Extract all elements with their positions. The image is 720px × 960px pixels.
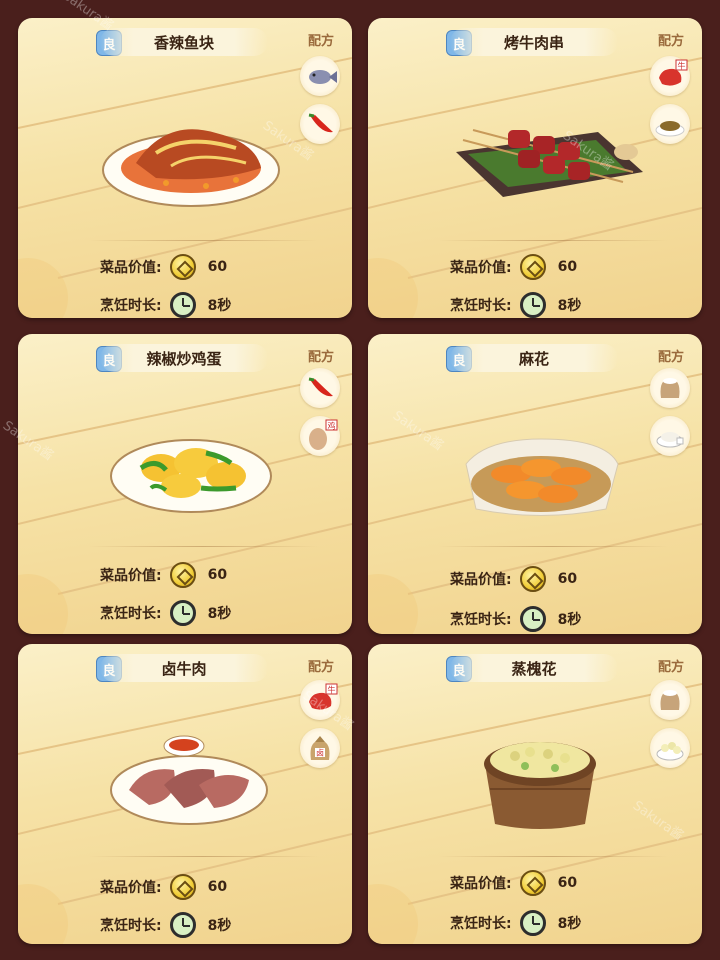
cook-time-label: 烹饪时长: [450,612,512,628]
cook-time: 8秒 [557,612,582,628]
dish-value-row: 菜品价值: 60 [450,566,577,592]
recipe-label[interactable]: 配方 [658,346,684,365]
divider [88,546,318,547]
cook-time-row: 烹饪时长: 8秒 [450,292,581,318]
cook-time-label: 烹饪时长: [100,918,162,934]
dish-card[interactable]: 良 麻花 配方 菜品价值: 60 烹饪时长: 8秒 [368,334,702,634]
dish-title: 辣椒炒鸡蛋 [100,344,268,372]
cook-time-row: 烹饪时长: 8秒 [100,912,231,938]
dish-image-chili-egg [110,439,272,513]
dish-value: 60 [557,571,578,587]
recipe-label[interactable]: 配方 [658,656,684,675]
chili-pepper-icon[interactable] [300,104,340,144]
clock-icon [169,600,196,626]
dish-value: 60 [207,259,228,275]
dish-value: 60 [207,879,228,895]
beef-icon[interactable]: 牛 [650,56,690,96]
dish-value: 60 [557,259,578,275]
dish-title: 香辣鱼块 [100,28,268,56]
beef-icon[interactable]: 牛 [300,680,340,720]
dish-image-braised-beef [110,735,268,825]
dish-title: 烤牛肉串 [450,28,618,56]
cook-time-row: 烹饪时长: 8秒 [450,910,581,936]
recipe-label[interactable]: 配方 [308,346,334,365]
dish-value-label: 菜品价值: [100,260,162,276]
cook-time: 8秒 [557,298,582,314]
divider [88,240,318,241]
clock-icon [169,912,196,938]
dish-value: 60 [557,875,578,891]
divider [88,856,318,857]
divider [438,240,668,241]
ingredient-tag: 卤 [316,748,324,758]
dish-card[interactable]: 良 辣椒炒鸡蛋 配方 鸡 菜品价值: 60 烹饪时长: 8秒 [18,334,352,634]
recipe-label[interactable]: 配方 [658,30,684,49]
dish-value-row: 菜品价值: 60 [450,254,577,280]
sugar-bowl-icon[interactable] [650,416,690,456]
cook-time: 8秒 [557,916,582,932]
cook-time-label: 烹饪时长: [100,606,162,622]
clock-icon [519,606,546,632]
dish-title: 蒸槐花 [450,654,618,682]
ingredient-tag: 鸡 [328,421,336,431]
cook-time: 8秒 [207,298,232,314]
dish-image-mahua [465,438,619,516]
dish-value-row: 菜品价值: 60 [100,874,227,900]
dish-card[interactable]: 良 烤牛肉串 配方 牛 菜品价值: 60 烹饪时长: 8秒 [368,18,702,318]
cook-time-label: 烹饪时长: [100,298,162,314]
dish-value-row: 菜品价值: 60 [450,870,577,896]
dish-image-beef-skewers [456,129,643,197]
dish-value-label: 菜品价值: [100,568,162,584]
flour-sack-icon[interactable] [650,680,690,720]
coin-icon [519,254,546,280]
clock-icon [519,910,546,936]
locust-flower-icon[interactable] [650,728,690,768]
dish-value-label: 菜品价值: [450,260,512,276]
ingredient-tag: 牛 [678,61,686,71]
dish-value-label: 菜品价值: [450,572,512,588]
cook-time-row: 烹饪时长: 8秒 [450,606,581,632]
recipe-label[interactable]: 配方 [308,30,334,49]
clock-icon [169,292,196,318]
chili-pepper-icon[interactable] [300,368,340,408]
coin-icon [169,562,196,588]
divider [438,546,668,547]
coin-icon [169,254,196,280]
dish-value: 60 [207,567,228,583]
recipe-label[interactable]: 配方 [308,656,334,675]
coin-icon [169,874,196,900]
dish-value-row: 菜品价值: 60 [100,254,227,280]
dish-image-spicy-fish [102,129,280,207]
dish-card[interactable]: 良 蒸槐花 配方 菜品价值: 60 烹饪时长: 8秒 [368,644,702,944]
clock-icon [519,292,546,318]
cook-time: 8秒 [207,918,232,934]
dish-value-label: 菜品价值: [450,876,512,892]
dish-title: 卤牛肉 [100,654,268,682]
dish-card[interactable]: 良 香辣鱼块 配方 菜品价值: 60 烹饪时长: 8秒 [18,18,352,318]
fish-icon[interactable] [300,56,340,96]
dish-card[interactable]: 良 卤牛肉 配方 牛 卤 菜品价值: 60 烹饪时长: 8秒 [18,644,352,944]
dish-value-row: 菜品价值: 60 [100,562,227,588]
cook-time-row: 烹饪时长: 8秒 [100,292,231,318]
ingredient-tag: 牛 [328,685,336,695]
coin-icon [519,870,546,896]
coin-icon [519,566,546,592]
cook-time: 8秒 [207,606,232,622]
dish-title: 麻花 [450,344,618,372]
spice-powder-icon[interactable] [650,104,690,144]
cook-time-row: 烹饪时长: 8秒 [100,600,231,626]
cook-time-label: 烹饪时长: [450,298,512,314]
egg-icon[interactable]: 鸡 [300,416,340,456]
dish-value-label: 菜品价值: [100,880,162,896]
cook-time-label: 烹饪时长: [450,916,512,932]
divider [438,856,668,857]
dish-image-steamed-locust-flower [484,742,596,829]
flour-sack-icon[interactable] [650,368,690,408]
seasoning-bag-icon[interactable]: 卤 [300,728,340,768]
